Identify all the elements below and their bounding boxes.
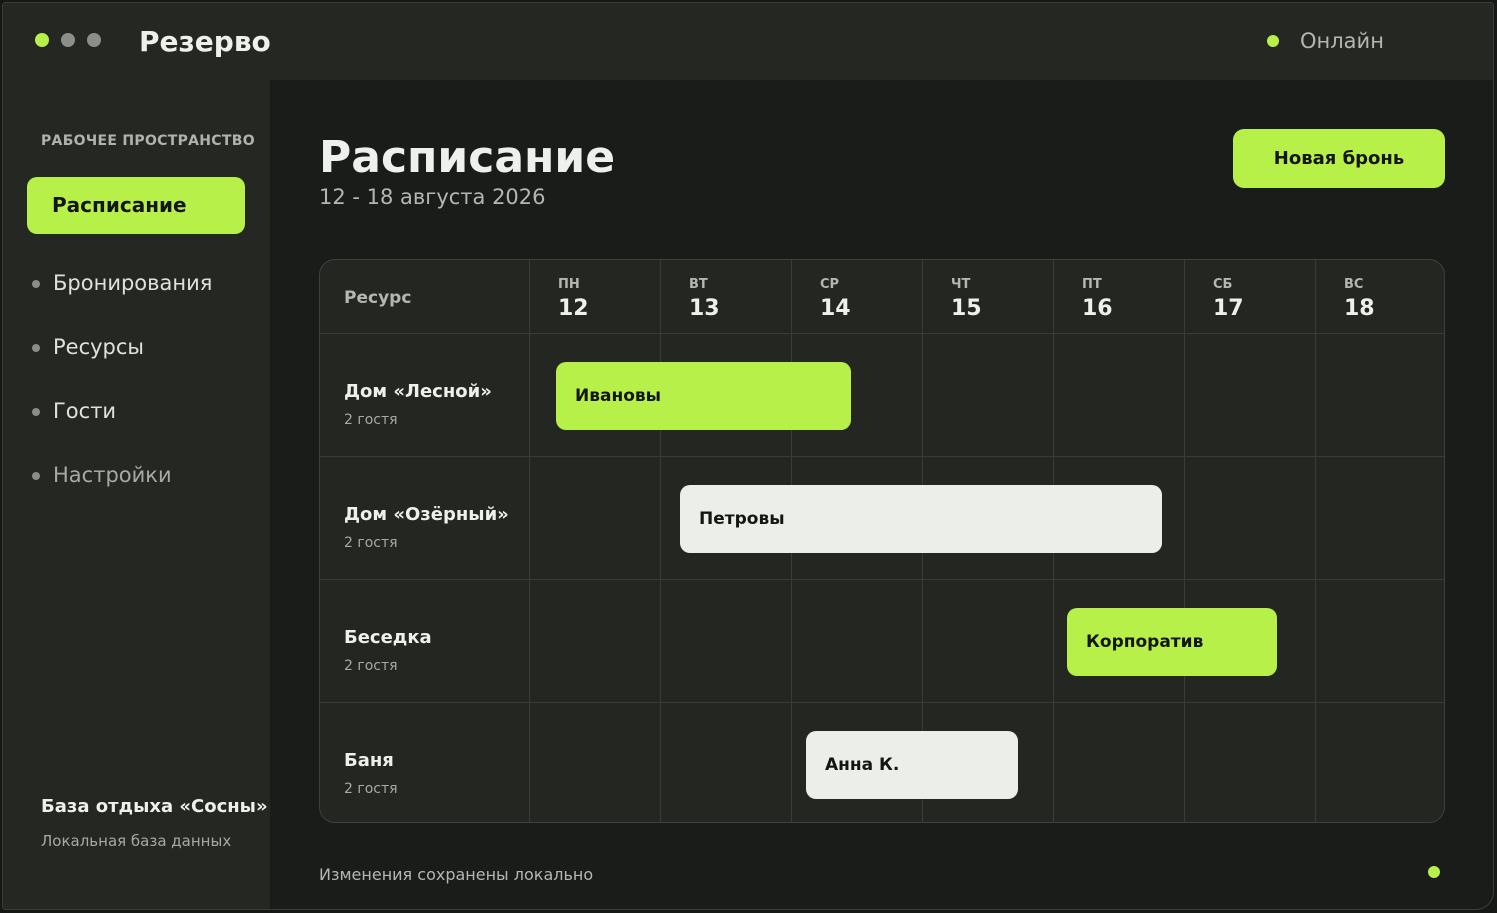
- resource-capacity: 2 гостя: [344, 781, 398, 797]
- day-date: 16: [1082, 296, 1113, 321]
- online-status-icon: [1267, 35, 1279, 47]
- day-name: ЧТ: [951, 277, 971, 292]
- day-header: ВТ 13: [689, 277, 720, 321]
- day-date: 13: [689, 296, 720, 321]
- resource-name: Дом «Озёрный»: [344, 504, 509, 525]
- sidebar-item-resources[interactable]: Ресурсы: [3, 329, 263, 369]
- sidebar-item-label: Расписание: [52, 193, 187, 217]
- day-date: 18: [1344, 296, 1375, 321]
- sidebar: РАБОЧЕЕ ПРОСТРАНСТВО Расписание Брониров…: [3, 80, 270, 909]
- sidebar-item-label: Настройки: [53, 463, 172, 487]
- grid-row-divider: [320, 456, 1444, 457]
- day-date: 14: [820, 296, 851, 321]
- sidebar-item-label: Бронирования: [53, 271, 213, 295]
- resource-capacity: 2 гостя: [344, 412, 398, 428]
- bullet-icon: [32, 472, 40, 480]
- date-range: 12 - 18 августа 2026: [319, 185, 546, 209]
- resource-row-label: Дом «Лесной» 2 гостя: [344, 381, 492, 428]
- day-header: СР 14: [820, 277, 851, 321]
- sidebar-item-bookings[interactable]: Бронирования: [3, 265, 263, 305]
- booking-label: Петровы: [699, 509, 785, 529]
- booking-card[interactable]: Анна К.: [806, 731, 1018, 799]
- day-name: ПН: [558, 277, 580, 292]
- page-title: Расписание: [319, 132, 616, 183]
- bullet-icon: [32, 408, 40, 416]
- day-name: ВС: [1344, 277, 1364, 292]
- grid-row-divider: [320, 702, 1444, 703]
- booking-card[interactable]: Корпоратив: [1067, 608, 1277, 676]
- grid-row-divider: [320, 579, 1444, 580]
- grid-column-divider: [1184, 260, 1185, 822]
- sidebar-item-label: Ресурсы: [53, 335, 145, 359]
- day-date: 17: [1213, 296, 1244, 321]
- app-window: Резерво Онлайн РАБОЧЕЕ ПРОСТРАНСТВО Расп…: [2, 2, 1494, 910]
- sidebar-item-guests[interactable]: Гости: [3, 393, 263, 433]
- day-name: ВТ: [689, 277, 708, 292]
- day-header: ПТ 16: [1082, 277, 1113, 321]
- booking-label: Анна К.: [825, 755, 900, 775]
- sidebar-item-label: Гости: [53, 399, 117, 423]
- day-date: 15: [951, 296, 982, 321]
- window-control-dot[interactable]: [87, 33, 101, 47]
- day-header: ВС 18: [1344, 277, 1375, 321]
- grid-column-divider: [529, 260, 530, 822]
- day-name: СР: [820, 277, 840, 292]
- day-header: ПН 12: [558, 277, 589, 321]
- grid-row-divider: [320, 333, 1444, 334]
- booking-label: Ивановы: [575, 386, 662, 406]
- app-title: Резерво: [139, 25, 271, 58]
- sidebar-item-settings[interactable]: Настройки: [3, 457, 263, 497]
- day-header: ЧТ 15: [951, 277, 982, 321]
- resource-capacity: 2 гостя: [344, 658, 398, 674]
- title-bar: Резерво Онлайн: [3, 3, 1493, 80]
- window-control-dot[interactable]: [61, 33, 75, 47]
- new-booking-button[interactable]: Новая бронь: [1233, 129, 1445, 188]
- online-status-text: Онлайн: [1300, 29, 1384, 53]
- resource-name: Беседка: [344, 627, 432, 648]
- day-header: СБ 17: [1213, 277, 1244, 321]
- booking-label: Корпоратив: [1086, 632, 1204, 652]
- resource-row-label: Дом «Озёрный» 2 гостя: [344, 504, 509, 551]
- day-name: ПТ: [1082, 277, 1102, 292]
- resource-row-label: Баня 2 гостя: [344, 750, 398, 797]
- schedule-grid: Ресурс ПН 12 ВТ 13 СР 14 ЧТ 15 ПТ 16 СБ 17 ВС 18 Дом «…: [319, 259, 1445, 823]
- day-date: 12: [558, 296, 589, 321]
- save-status-icon: [1428, 866, 1440, 878]
- organization-subtitle: Локальная база данных: [41, 832, 232, 850]
- grid-column-divider: [660, 260, 661, 822]
- main-content: Расписание 12 - 18 августа 2026 Новая бр…: [270, 80, 1493, 909]
- resource-name: Дом «Лесной»: [344, 381, 492, 402]
- resource-capacity: 2 гостя: [344, 535, 398, 551]
- resource-column-header: Ресурс: [344, 288, 412, 308]
- resource-name: Баня: [344, 750, 394, 771]
- booking-card[interactable]: Ивановы: [556, 362, 851, 430]
- booking-card[interactable]: Петровы: [680, 485, 1162, 553]
- window-control-dot[interactable]: [35, 33, 49, 47]
- bullet-icon: [32, 344, 40, 352]
- sidebar-item-schedule[interactable]: Расписание: [27, 177, 245, 234]
- bullet-icon: [32, 280, 40, 288]
- organization-name: База отдыха «Сосны»: [41, 796, 268, 817]
- grid-column-divider: [1315, 260, 1316, 822]
- day-name: СБ: [1213, 277, 1233, 292]
- resource-row-label: Беседка 2 гостя: [344, 627, 432, 674]
- save-status-text: Изменения сохранены локально: [319, 865, 594, 884]
- workspace-label: РАБОЧЕЕ ПРОСТРАНСТВО: [41, 133, 255, 149]
